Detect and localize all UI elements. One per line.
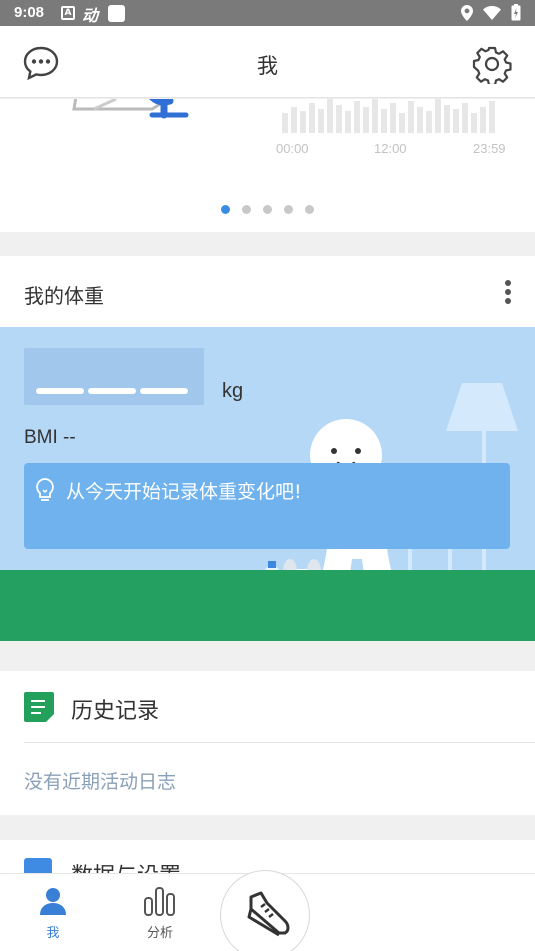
person-icon (40, 888, 66, 915)
divider (24, 742, 535, 743)
page-dot[interactable] (284, 205, 293, 214)
bmi-value: BMI -- (24, 427, 76, 448)
history-title: 历史记录 (71, 699, 160, 724)
history-card[interactable]: 历史记录 没有近期活动日志 (0, 671, 535, 815)
start-workout-button[interactable] (220, 870, 310, 951)
page-dot[interactable] (221, 205, 230, 214)
weight-card[interactable]: 我的体重 kg BMI -- 从今天开始记录体重变化吧! (0, 256, 535, 641)
page-title: 我 (257, 54, 278, 78)
gear-icon (472, 46, 512, 87)
tab-analysis-label: 分析 (146, 926, 173, 941)
app-notification-icon: A (61, 6, 75, 20)
page-dot[interactable] (242, 205, 251, 214)
page-dot[interactable] (305, 205, 314, 214)
axis-tick-mid: 12:00 (374, 141, 407, 156)
status-time: 9:08 (14, 4, 45, 21)
history-empty-text: 没有近期活动日志 (24, 771, 177, 793)
bottom-tab-bar: 我 分析 (0, 870, 535, 951)
activity-histogram (282, 99, 495, 133)
axis-tick-start: 00:00 (276, 141, 309, 156)
weight-more-button[interactable] (498, 278, 518, 308)
carousel-pagination (0, 205, 535, 214)
tab-me[interactable]: 我 (13, 886, 93, 941)
lightbulb-icon (36, 478, 54, 501)
sport-app-notification-icon: 动 (82, 6, 99, 25)
shoe-icon (247, 891, 290, 937)
weight-placeholder-dash (36, 388, 84, 394)
notification-square-icon (108, 5, 125, 22)
settings-button[interactable] (472, 44, 512, 87)
tab-me-label: 我 (46, 926, 60, 941)
weight-tip-banner: 从今天开始记录体重变化吧! (24, 463, 510, 549)
location-icon (461, 4, 473, 21)
weight-card-title: 我的体重 (24, 284, 104, 308)
weight-scene: kg BMI -- 从今天开始记录体重变化吧! (0, 327, 535, 641)
page-dot[interactable] (263, 205, 272, 214)
system-icons (461, 4, 521, 21)
more-vertical-icon (505, 280, 511, 304)
battery-icon (511, 4, 521, 21)
app-header: 我 (0, 26, 535, 98)
axis-tick-end: 23:59 (473, 141, 506, 156)
ground (0, 570, 535, 641)
weight-tip-text: 从今天开始记录体重变化吧! (66, 481, 302, 503)
weight-placeholder-dash (88, 388, 136, 394)
weight-placeholder-dash (140, 388, 188, 394)
status-bar: 9:08 A 动 (0, 0, 535, 26)
weight-unit: kg (222, 380, 244, 402)
history-list-icon (24, 692, 54, 722)
wifi-icon (483, 5, 501, 20)
weight-value-display[interactable] (24, 348, 204, 405)
workout-illustration (72, 99, 189, 119)
summary-carousel[interactable]: 00:00 12:00 23:59 (0, 99, 535, 232)
tab-analysis[interactable]: 分析 (120, 886, 200, 941)
bar-chart-icon (144, 887, 175, 916)
